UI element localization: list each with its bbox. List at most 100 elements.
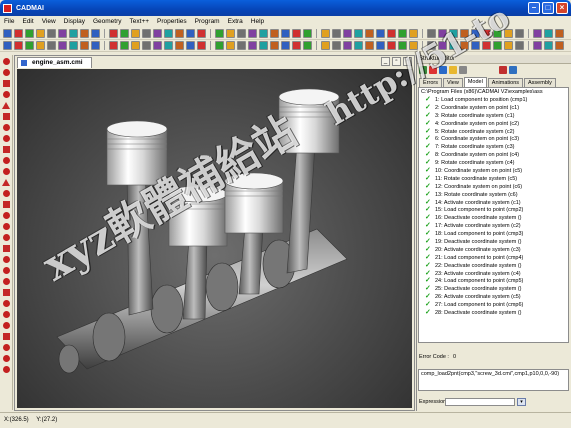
draw-tool-icon[interactable] <box>80 41 89 50</box>
geometry-tool-icon[interactable] <box>2 146 10 153</box>
geometry-tool-icon[interactable] <box>2 322 10 329</box>
main-tool-icon[interactable] <box>259 29 268 38</box>
main-tool-icon[interactable] <box>321 29 330 38</box>
draw-tool-icon[interactable] <box>58 41 67 50</box>
main-tool-icon[interactable] <box>14 29 23 38</box>
main-tool-icon[interactable] <box>303 29 312 38</box>
geometry-tool-icon[interactable] <box>2 289 10 296</box>
run-icon[interactable] <box>419 66 427 74</box>
draw-tool-icon[interactable] <box>438 41 447 50</box>
draw-tool-icon[interactable] <box>153 41 162 50</box>
command-field[interactable]: comp_load2pnt(cmp3,"screw_3d.cmi",cmp1,p… <box>418 369 569 391</box>
geometry-tool-icon[interactable] <box>2 201 10 208</box>
main-tool-icon[interactable] <box>493 29 502 38</box>
draw-tool-icon[interactable] <box>248 41 257 50</box>
main-tool-icon[interactable] <box>248 29 257 38</box>
expression-input[interactable] <box>445 398 515 406</box>
tree-item[interactable]: ✓ 23: Activate coordinate system (c4) <box>419 270 568 278</box>
geometry-tool-icon[interactable] <box>2 190 10 197</box>
main-tool-icon[interactable] <box>131 29 140 38</box>
tree-item[interactable]: ✓ 12: Coordinate system on point (c6) <box>419 183 568 191</box>
draw-tool-icon[interactable] <box>142 41 151 50</box>
geometry-tool-icon[interactable] <box>2 245 10 252</box>
geometry-tool-icon[interactable] <box>2 223 10 230</box>
main-tool-icon[interactable] <box>164 29 173 38</box>
main-tool-icon[interactable] <box>69 29 78 38</box>
geometry-tool-icon[interactable] <box>2 91 10 98</box>
tree-item[interactable]: ✓ 11: Rotate coordinate system (c5) <box>419 175 568 183</box>
settings-icon[interactable] <box>459 66 467 74</box>
draw-tool-icon[interactable] <box>515 41 524 50</box>
draw-tool-icon[interactable] <box>270 41 279 50</box>
main-tool-icon[interactable] <box>504 29 513 38</box>
draw-tool-icon[interactable] <box>544 41 553 50</box>
draw-tool-icon[interactable] <box>292 41 301 50</box>
main-tool-icon[interactable] <box>376 29 385 38</box>
structure-tree[interactable]: C:\Program Files (x86)\CADMAI V2\example… <box>418 87 569 343</box>
folder-icon[interactable] <box>449 66 457 74</box>
tree-item[interactable]: ✓ 20: Activate coordinate system (c3) <box>419 246 568 254</box>
draw-tool-icon[interactable] <box>91 41 100 50</box>
main-tool-icon[interactable] <box>197 29 206 38</box>
draw-tool-icon[interactable] <box>321 41 330 50</box>
tab-animations[interactable]: Animations <box>487 78 524 87</box>
main-tool-icon[interactable] <box>120 29 129 38</box>
geometry-tool-icon[interactable] <box>2 124 10 131</box>
main-tool-icon[interactable] <box>215 29 224 38</box>
step-icon[interactable] <box>439 66 447 74</box>
draw-tool-icon[interactable] <box>398 41 407 50</box>
delete-icon[interactable] <box>499 66 507 74</box>
draw-tool-icon[interactable] <box>504 41 513 50</box>
geometry-tool-icon[interactable] <box>2 80 10 87</box>
draw-tool-icon[interactable] <box>164 41 173 50</box>
tree-item[interactable]: ✓ 2: Coordinate system on point (c1) <box>419 104 568 112</box>
tree-item[interactable]: ✓ 4: Coordinate system on point (c2) <box>419 120 568 128</box>
main-tool-icon[interactable] <box>438 29 447 38</box>
main-tool-icon[interactable] <box>409 29 418 38</box>
draw-tool-icon[interactable] <box>354 41 363 50</box>
draw-tool-icon[interactable] <box>449 41 458 50</box>
doc-restore-button[interactable]: ▫ <box>392 57 401 66</box>
draw-tool-icon[interactable] <box>376 41 385 50</box>
tree-item[interactable]: ✓ 6: Coordinate system on point (c3) <box>419 135 568 143</box>
tree-item[interactable]: ✓ 26: Activate coordinate system (c5) <box>419 293 568 301</box>
main-tool-icon[interactable] <box>343 29 352 38</box>
draw-tool-icon[interactable] <box>186 41 195 50</box>
draw-tool-icon[interactable] <box>237 41 246 50</box>
main-tool-icon[interactable] <box>533 29 542 38</box>
draw-tool-icon[interactable] <box>427 41 436 50</box>
3d-viewport[interactable] <box>17 69 412 408</box>
draw-tool-icon[interactable] <box>365 41 374 50</box>
main-tool-icon[interactable] <box>109 29 118 38</box>
tree-item[interactable]: ✓ 19: Deactivate coordinate system () <box>419 238 568 246</box>
draw-tool-icon[interactable] <box>460 41 469 50</box>
main-tool-icon[interactable] <box>398 29 407 38</box>
menu-extra[interactable]: Extra <box>228 18 243 25</box>
tree-item[interactable]: ✓ 7: Rotate coordinate system (c3) <box>419 143 568 151</box>
maximize-button[interactable]: □ <box>542 2 554 14</box>
draw-tool-icon[interactable] <box>493 41 502 50</box>
main-tool-icon[interactable] <box>58 29 67 38</box>
draw-tool-icon[interactable] <box>471 41 480 50</box>
main-tool-icon[interactable] <box>142 29 151 38</box>
tree-item[interactable]: ✓ 17: Activate coordinate system (c2) <box>419 222 568 230</box>
geometry-tool-icon[interactable] <box>2 234 10 241</box>
tab-model[interactable]: Model <box>463 77 487 87</box>
geometry-tool-icon[interactable] <box>2 179 10 186</box>
geometry-tool-icon[interactable] <box>2 113 10 120</box>
main-tool-icon[interactable] <box>226 29 235 38</box>
info-icon[interactable] <box>509 66 517 74</box>
geometry-tool-icon[interactable] <box>2 311 10 318</box>
geometry-tool-icon[interactable] <box>2 212 10 219</box>
tree-item[interactable]: ✓ 14: Activate coordinate system (c1) <box>419 199 568 207</box>
main-tool-icon[interactable] <box>47 29 56 38</box>
doc-close-button[interactable]: × <box>403 57 412 66</box>
draw-tool-icon[interactable] <box>47 41 56 50</box>
geometry-tool-icon[interactable] <box>2 157 10 164</box>
main-tool-icon[interactable] <box>281 29 290 38</box>
tab-errors[interactable]: Errors <box>419 78 442 87</box>
draw-tool-icon[interactable] <box>555 41 564 50</box>
main-tool-icon[interactable] <box>175 29 184 38</box>
main-tool-icon[interactable] <box>515 29 524 38</box>
draw-tool-icon[interactable] <box>259 41 268 50</box>
